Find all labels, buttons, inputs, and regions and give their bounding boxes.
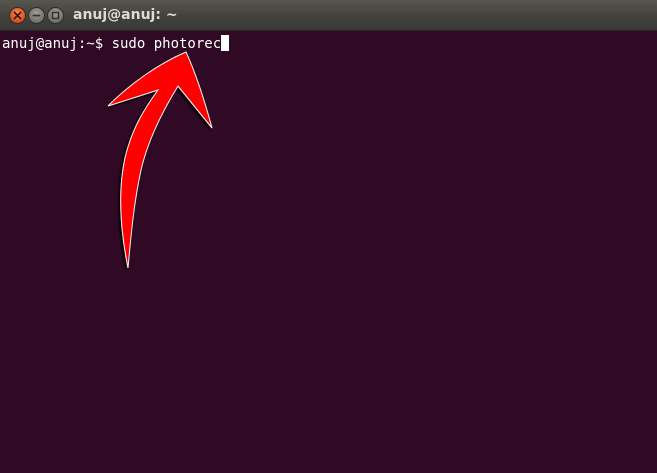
command-text: sudo photorec [111,36,222,52]
window-title: anuj@anuj: ~ [73,7,178,23]
close-icon [13,11,22,20]
terminal-area[interactable]: anuj@anuj:~$ sudo photorec [0,31,657,473]
command-line: anuj@anuj:~$ sudo photorec [2,35,230,53]
terminal-window: anuj@anuj: ~ anuj@anuj:~$ sudo photorec [0,0,657,473]
close-button[interactable] [9,7,26,24]
title-bar[interactable]: anuj@anuj: ~ [0,0,657,31]
shell-prompt: anuj@anuj:~$ [2,36,112,52]
minimize-icon [32,11,41,20]
text-cursor [221,35,230,51]
minimize-button[interactable] [28,7,45,24]
maximize-button[interactable] [47,7,64,24]
maximize-icon [51,11,60,20]
